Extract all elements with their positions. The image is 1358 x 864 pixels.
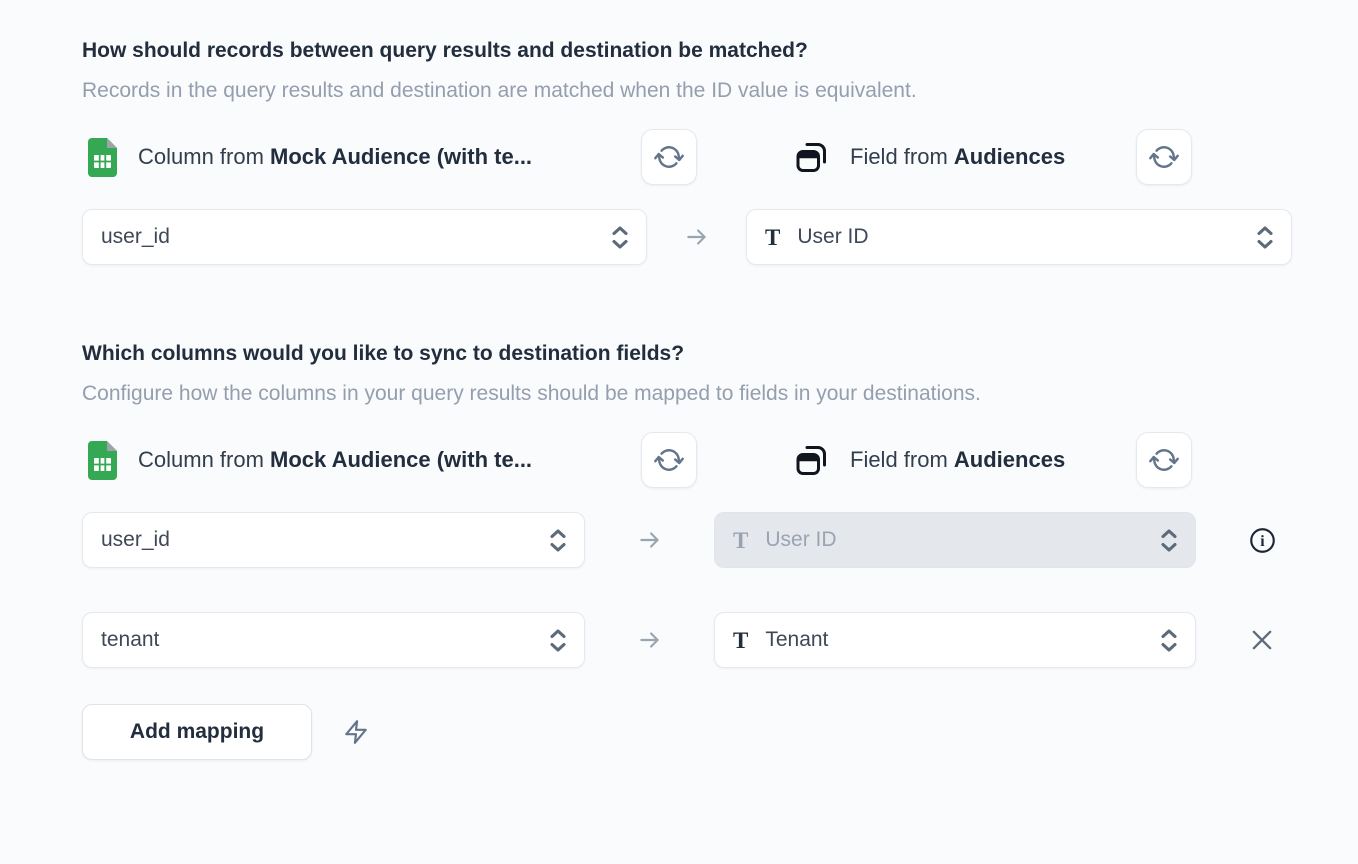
sync-footer: Add mapping	[82, 704, 1292, 760]
sync-destination-field-value: Tenant	[765, 628, 828, 652]
refresh-arrows-icon	[651, 442, 688, 479]
remove-mapping-button[interactable]	[1248, 626, 1276, 654]
source-header-name: Mock Audience (with te...	[270, 447, 532, 472]
match-section: How should records between query results…	[82, 36, 1292, 265]
window-stack-icon	[795, 141, 829, 174]
up-down-chevrons-icon	[548, 527, 568, 554]
text-type-icon: T	[733, 529, 748, 552]
text-type-icon: T	[733, 629, 748, 652]
sync-mapping-row: user_id T User ID	[82, 512, 1292, 568]
match-column-headers: Column from Mock Audience (with te...	[82, 129, 1292, 185]
up-down-chevrons-icon	[1159, 627, 1179, 654]
sync-column-headers: Column from Mock Audience (with te...	[82, 432, 1292, 488]
match-description: Records in the query results and destina…	[82, 71, 1152, 111]
mapping-arrow	[585, 527, 714, 553]
source-header-label: Column from Mock Audience (with te...	[138, 447, 641, 473]
source-header-prefix: Column from	[138, 144, 270, 169]
sync-source-column-select[interactable]: user_id	[82, 512, 585, 568]
google-sheets-icon	[88, 441, 117, 480]
sync-section: Which columns would you like to sync to …	[82, 339, 1292, 760]
right-arrow-icon	[637, 527, 663, 553]
mapping-arrow	[647, 224, 746, 250]
source-header: Column from Mock Audience (with te...	[82, 129, 697, 185]
suggest-mappings-button[interactable]	[343, 719, 369, 745]
sync-destination-field-select-disabled: T User ID	[714, 512, 1196, 568]
sync-heading: Which columns would you like to sync to …	[82, 339, 1292, 368]
destination-header-label: Field from Audiences	[850, 144, 1136, 170]
up-down-chevrons-icon	[610, 224, 630, 251]
match-heading: How should records between query results…	[82, 36, 1292, 65]
text-type-icon: T	[765, 226, 780, 249]
sync-description: Configure how the columns in your query …	[82, 374, 1152, 414]
match-source-column-value: user_id	[101, 225, 170, 249]
refresh-destination-fields-button[interactable]	[1136, 432, 1192, 488]
source-header-label: Column from Mock Audience (with te...	[138, 144, 641, 170]
sync-destination-field-value: User ID	[765, 528, 836, 552]
source-header-name: Mock Audience (with te...	[270, 144, 532, 169]
right-arrow-icon	[637, 627, 663, 653]
up-down-chevrons-icon	[1255, 224, 1275, 251]
destination-header-name: Audiences	[954, 447, 1065, 472]
locked-mapping-info-button[interactable]: i	[1248, 526, 1276, 554]
refresh-arrows-icon	[1146, 139, 1183, 176]
source-header: Column from Mock Audience (with te...	[82, 432, 697, 488]
sync-source-column-select[interactable]: tenant	[82, 612, 585, 668]
refresh-arrows-icon	[651, 139, 688, 176]
refresh-destination-fields-button[interactable]	[1136, 129, 1192, 185]
google-sheets-icon	[88, 138, 117, 177]
destination-header-label: Field from Audiences	[850, 447, 1136, 473]
mapping-arrow	[585, 627, 714, 653]
destination-header-prefix: Field from	[850, 447, 954, 472]
up-down-chevrons-icon	[1159, 527, 1179, 554]
refresh-source-columns-button[interactable]	[641, 129, 697, 185]
match-source-column-select[interactable]: user_id	[82, 209, 647, 265]
destination-header: Field from Audiences	[795, 129, 1192, 185]
destination-header-prefix: Field from	[850, 144, 954, 169]
up-down-chevrons-icon	[548, 627, 568, 654]
refresh-arrows-icon	[1146, 442, 1183, 479]
info-circle-icon: i	[1249, 527, 1276, 554]
window-stack-icon	[795, 444, 829, 477]
refresh-source-columns-button[interactable]	[641, 432, 697, 488]
lightning-bolt-icon	[343, 719, 369, 745]
x-close-icon	[1248, 626, 1276, 654]
match-destination-field-select[interactable]: T User ID	[746, 209, 1292, 265]
sync-mapping-row: tenant T Tenant	[82, 612, 1292, 668]
sync-source-column-value: tenant	[101, 628, 159, 652]
sync-configuration-panel: How should records between query results…	[0, 0, 1358, 864]
sync-destination-field-select[interactable]: T Tenant	[714, 612, 1196, 668]
destination-header-name: Audiences	[954, 144, 1065, 169]
match-mapping-row: user_id T User ID	[82, 209, 1292, 265]
destination-header: Field from Audiences	[795, 432, 1192, 488]
svg-text:i: i	[1260, 533, 1265, 550]
right-arrow-icon	[684, 224, 710, 250]
match-destination-field-value: User ID	[797, 225, 868, 249]
add-mapping-button[interactable]: Add mapping	[82, 704, 312, 760]
source-header-prefix: Column from	[138, 447, 270, 472]
sync-source-column-value: user_id	[101, 528, 170, 552]
